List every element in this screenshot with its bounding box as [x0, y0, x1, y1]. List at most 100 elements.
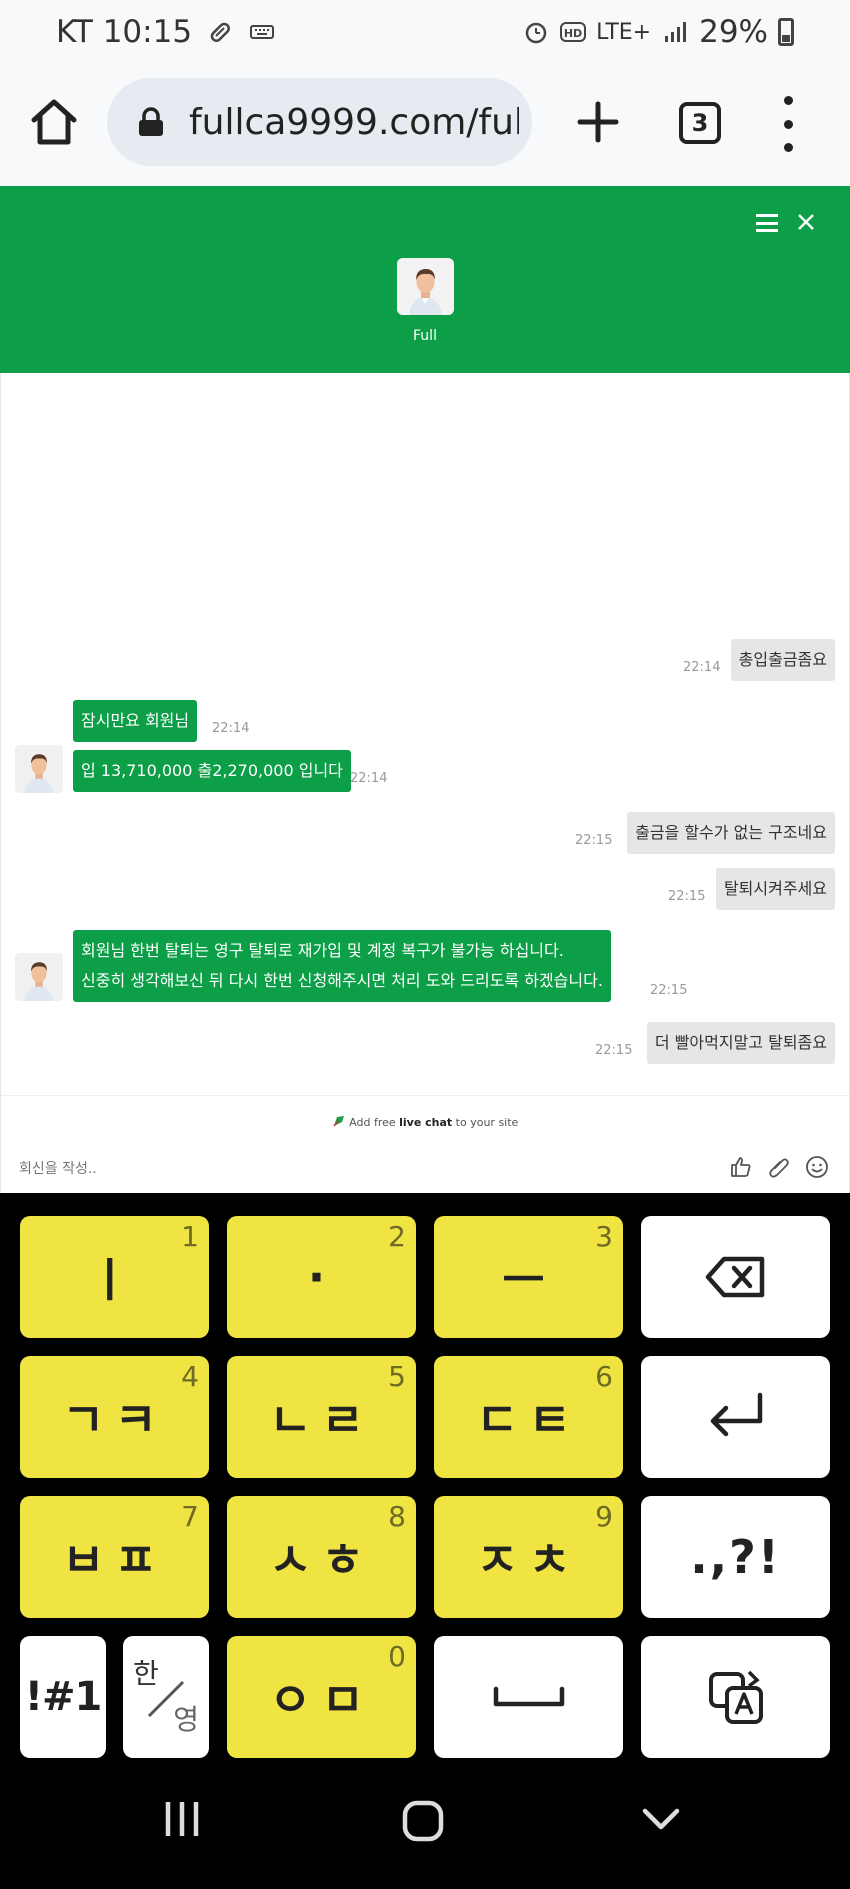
key-label: .,?!	[690, 1530, 781, 1584]
message-time: 22:14	[350, 771, 388, 786]
hamburger-menu-icon[interactable]	[756, 214, 778, 232]
chat-header: Full	[0, 186, 850, 373]
key-label: ㅇㅁ	[269, 1673, 374, 1727]
battery-percent: 29%	[699, 14, 768, 50]
address-bar[interactable]: fullca9999.com/full_	[107, 78, 532, 166]
tab-switcher-button[interactable]: 3	[679, 102, 721, 144]
key-4[interactable]: 4 ㄱㅋ	[20, 1356, 209, 1478]
backspace-key[interactable]	[641, 1216, 830, 1338]
enter-icon	[710, 1392, 762, 1437]
home-icon[interactable]	[28, 96, 80, 148]
message-time: 22:14	[212, 721, 250, 736]
powered-by-suffix: to your site	[452, 1116, 519, 1129]
agent-avatar-small	[15, 745, 63, 793]
battery-icon	[778, 18, 794, 46]
message-bubble-outgoing: 출금을 할수가 없는 구조네요	[627, 812, 835, 854]
close-icon[interactable]	[794, 210, 818, 234]
message-line: 신중히 생각해보신 뒤 다시 한번 신청해주시면 처리 도와 드리도록 하겠습니…	[81, 971, 603, 990]
thumbs-up-icon[interactable]	[729, 1155, 753, 1179]
key-label: ㅈㅊ	[476, 1533, 581, 1587]
punctuation-key[interactable]: .,?!	[641, 1496, 830, 1618]
key-label: ㄴㄹ	[269, 1393, 374, 1447]
message-input[interactable]	[19, 1155, 699, 1183]
more-options-icon[interactable]	[776, 96, 800, 152]
key-0[interactable]: 0 ㅇㅁ	[227, 1636, 416, 1758]
message-bubble-incoming: 잠시만요 회원님	[73, 700, 198, 742]
key-3[interactable]: 3 ㅡ	[434, 1216, 623, 1338]
alarm-icon	[525, 22, 547, 44]
key-number: 2	[388, 1220, 406, 1253]
livechat-logo-icon	[333, 1116, 344, 1127]
message-time: 22:15	[668, 889, 706, 904]
space-icon	[493, 1686, 564, 1707]
space-key[interactable]	[434, 1636, 623, 1758]
system-navigation-bar	[0, 1759, 850, 1889]
key-number: 9	[595, 1500, 613, 1533]
key-number: 7	[181, 1500, 199, 1533]
powered-by-bold: live chat	[399, 1116, 453, 1129]
key-label: ·	[307, 1250, 336, 1304]
url-text: fullca9999.com/full_	[189, 101, 519, 143]
svg-text:HD: HD	[564, 27, 582, 40]
message-time: 22:15	[650, 983, 688, 998]
agent-avatar	[397, 258, 454, 315]
pill-icon	[210, 22, 231, 42]
agent-name: Full	[413, 328, 437, 344]
message-bubble-incoming: 회원님 한번 탈퇴는 영구 탈퇴로 재가입 및 계정 복구가 불가능 하십니다.…	[73, 930, 611, 1002]
attachment-icon[interactable]	[767, 1155, 791, 1179]
hd-icon: HD	[560, 22, 587, 42]
carrier-time: KT 10:15	[56, 14, 193, 50]
key-label: ㅅㅎ	[269, 1533, 374, 1587]
lang-english: 영	[173, 1703, 199, 1736]
signal-icon	[665, 22, 687, 42]
enter-key[interactable]	[641, 1356, 830, 1478]
home-nav-icon[interactable]	[401, 1799, 445, 1843]
message-bubble-outgoing: 더 빨아먹지말고 탈퇴좀요	[646, 1022, 835, 1064]
message-list: 22:14 총입출금좀요 잠시만요 회원님 22:14 입 13,710,000…	[0, 373, 850, 1095]
network-type: LTE+	[596, 19, 652, 45]
key-label: !#1	[24, 1674, 103, 1720]
powered-by-prefix: Add free	[349, 1116, 400, 1129]
message-bubble-outgoing: 탈퇴시켜주세요	[715, 868, 835, 910]
message-time: 22:14	[683, 660, 721, 675]
key-6[interactable]: 6 ㄷㅌ	[434, 1356, 623, 1478]
lock-icon	[139, 107, 163, 136]
keyboard-icon	[250, 25, 275, 39]
message-time: 22:15	[595, 1043, 633, 1058]
key-2[interactable]: 2 ·	[227, 1216, 416, 1338]
message-time: 22:15	[575, 833, 613, 848]
key-5[interactable]: 5 ㄴㄹ	[227, 1356, 416, 1478]
status-bar: KT 10:15 HD LTE+ 29%	[0, 0, 850, 70]
key-label: ㅣ	[88, 1253, 141, 1307]
key-label: ㅡ	[502, 1253, 555, 1307]
key-7[interactable]: 7 ㅂㅍ	[20, 1496, 209, 1618]
key-number: 4	[181, 1360, 199, 1393]
key-number: 6	[595, 1360, 613, 1393]
key-number: 8	[388, 1500, 406, 1533]
recent-apps-icon[interactable]	[162, 1799, 202, 1839]
agent-avatar-small	[15, 953, 63, 1001]
language-switch-key[interactable]: 한 영	[123, 1636, 209, 1758]
message-bubble-outgoing: 총입출금좀요	[730, 639, 835, 681]
key-label: ㄱㅋ	[62, 1393, 167, 1447]
key-number: 0	[388, 1640, 406, 1673]
message-bubble-incoming: 입 13,710,000 출2,270,000 입니다	[73, 750, 351, 792]
key-number: 5	[388, 1360, 406, 1393]
new-tab-icon[interactable]	[574, 98, 622, 146]
backspace-icon	[705, 1256, 764, 1298]
korean-keyboard: 1 ㅣ 2 · 3 ㅡ 4 ㄱㅋ 5 ㄴㄹ 6 ㄷㅌ 7 ㅂㅍ 8 ㅅㅎ 9 ㅈ…	[0, 1193, 850, 1759]
emoji-icon[interactable]	[805, 1155, 829, 1179]
key-label: ㄷㅌ	[476, 1393, 581, 1447]
chevron-down-icon[interactable]	[641, 1805, 681, 1833]
powered-by-link[interactable]: Add free live chat to your site	[0, 1095, 850, 1145]
symbols-key[interactable]: !#1	[20, 1636, 106, 1758]
translate-key[interactable]	[641, 1636, 830, 1758]
translate-icon	[708, 1670, 763, 1724]
key-8[interactable]: 8 ㅅㅎ	[227, 1496, 416, 1618]
key-9[interactable]: 9 ㅈㅊ	[434, 1496, 623, 1618]
message-line: 회원님 한번 탈퇴는 영구 탈퇴로 재가입 및 계정 복구가 불가능 하십니다.	[81, 941, 564, 960]
key-label: ㅂㅍ	[62, 1533, 167, 1587]
browser-toolbar: fullca9999.com/full_ 3	[0, 70, 850, 186]
key-number: 3	[595, 1220, 613, 1253]
key-1[interactable]: 1 ㅣ	[20, 1216, 209, 1338]
